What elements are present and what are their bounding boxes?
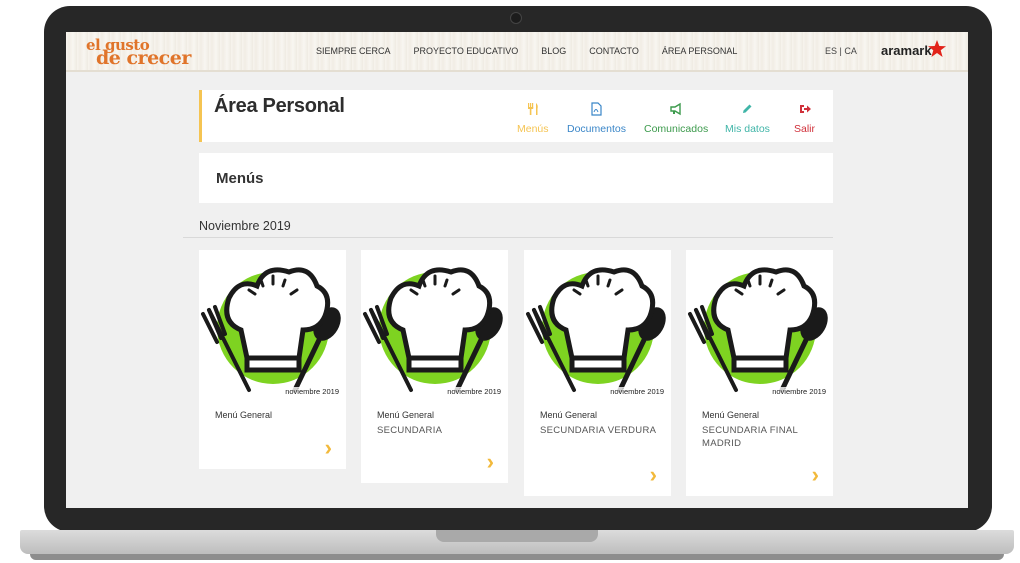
card-date: noviembre 2019 xyxy=(609,387,665,396)
pdf-file-icon xyxy=(591,102,603,116)
chevron-right-icon[interactable]: › xyxy=(487,449,494,475)
card-date: noviembre 2019 xyxy=(771,387,827,396)
menu-card[interactable]: noviembre 2019 Menú General SECUNDARIA F… xyxy=(686,250,833,496)
menu-card[interactable]: noviembre 2019 Menú General SECUNDARIA V… xyxy=(524,250,671,496)
main-nav: SIEMPRE CERCA PROYECTO EDUCATIVO BLOG CO… xyxy=(316,46,760,56)
aramark-star-icon xyxy=(928,40,946,57)
menu-card[interactable]: noviembre 2019 Menú General › xyxy=(199,250,346,469)
chef-hat-icon xyxy=(201,267,341,393)
language-switch[interactable]: ES | CA xyxy=(825,46,857,56)
chevron-right-icon[interactable]: › xyxy=(650,462,657,488)
megaphone-icon xyxy=(670,102,681,116)
card-subtitle: SECUNDARIA VERDURA xyxy=(540,425,657,436)
card-subtitle: SECUNDARIA FINAL MADRID xyxy=(702,425,798,449)
laptop-notch xyxy=(436,530,598,542)
menu-card[interactable]: noviembre 2019 Menú General SECUNDARIA › xyxy=(361,250,508,483)
tab-mis-datos[interactable]: Mis datos xyxy=(725,102,770,137)
card-subtitle: SECUNDARIA xyxy=(377,425,443,436)
pencil-icon xyxy=(743,104,752,113)
chef-hat-icon xyxy=(363,267,503,393)
area-personal-header: Área Personal Menús Documentos Comunicad… xyxy=(199,90,833,142)
laptop-base-shadow xyxy=(30,554,1004,560)
area-tabs: Menús Documentos Comunicados Mis datos S… xyxy=(202,90,833,142)
nav-blog[interactable]: BLOG xyxy=(541,46,566,56)
chevron-right-icon[interactable]: › xyxy=(325,435,332,461)
card-date: noviembre 2019 xyxy=(446,387,502,396)
screen: el gusto de crecer SIEMPRE CERCA PROYECT… xyxy=(66,32,968,508)
chevron-right-icon[interactable]: › xyxy=(812,462,819,488)
nav-contacto[interactable]: CONTACTO xyxy=(589,46,639,56)
chef-hat-icon xyxy=(688,267,828,393)
month-label: Noviembre 2019 xyxy=(199,219,291,233)
aramark-logo[interactable]: aramark xyxy=(881,43,932,58)
nav-siempre-cerca[interactable]: SIEMPRE CERCA xyxy=(316,46,391,56)
top-navigation-bar: el gusto de crecer SIEMPRE CERCA PROYECT… xyxy=(66,32,968,72)
logo-line-2: de crecer xyxy=(96,47,191,69)
card-title: Menú General xyxy=(540,410,598,420)
tab-label: Salir xyxy=(794,123,816,135)
nav-proyecto-educativo[interactable]: PROYECTO EDUCATIVO xyxy=(414,46,519,56)
logout-icon xyxy=(799,105,811,113)
tab-documentos[interactable]: Documentos xyxy=(567,102,626,137)
chef-hat-icon xyxy=(526,267,666,393)
card-title: Menú General xyxy=(377,410,435,420)
tab-comunicados[interactable]: Comunicados xyxy=(644,102,708,137)
nav-area-personal[interactable]: ÁREA PERSONAL xyxy=(662,46,738,56)
tab-label: Menús xyxy=(517,123,549,135)
cutlery-icon xyxy=(527,103,538,115)
section-title: Menús xyxy=(216,170,264,187)
menus-section-header: Menús xyxy=(199,153,833,203)
card-title: Menú General xyxy=(702,410,760,420)
tab-label: Comunicados xyxy=(644,123,709,135)
divider xyxy=(183,237,833,238)
card-title: Menú General xyxy=(215,410,273,420)
webcam xyxy=(510,12,522,24)
tab-label: Mis datos xyxy=(725,123,770,135)
tab-menus[interactable]: Menús xyxy=(517,102,549,137)
tab-label: Documentos xyxy=(567,123,626,135)
site-logo[interactable]: el gusto de crecer xyxy=(86,36,196,70)
tab-salir[interactable]: Salir xyxy=(794,102,815,137)
card-date: noviembre 2019 xyxy=(284,387,340,396)
